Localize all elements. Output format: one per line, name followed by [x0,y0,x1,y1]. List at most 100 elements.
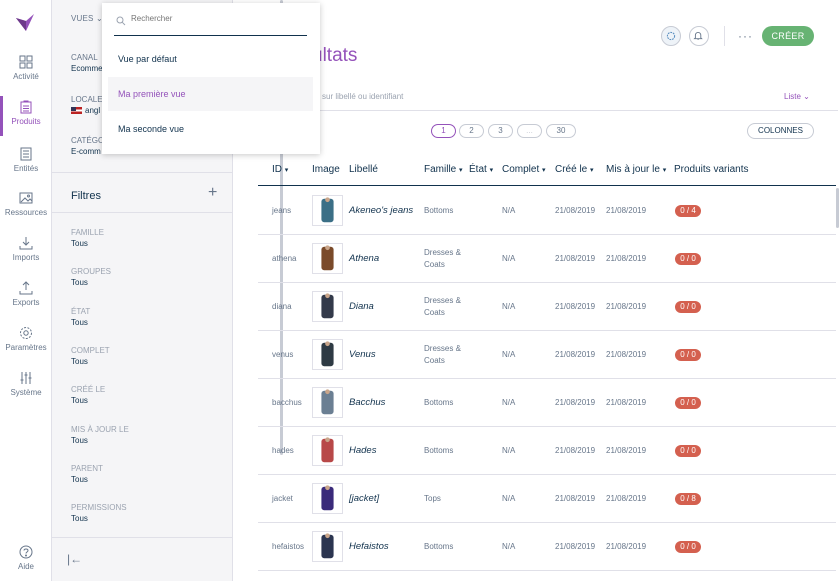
column-header-updated[interactable]: Mis à jour le ▾ [606,164,666,175]
cell-id: jacket [272,494,293,503]
product-image [321,197,334,223]
nav-item-imports[interactable]: Imports [0,234,52,278]
search-hint[interactable]: sur libellé ou identifiant [322,92,403,101]
product-image [321,485,334,511]
view-option-first[interactable]: Ma première vue [108,77,313,111]
variants-badge: 0 / 8 [675,493,701,505]
cell-created: 21/08/2019 [555,542,596,551]
page-button-1[interactable]: 1 [431,124,456,138]
cell-complete: N/A [502,254,516,263]
filter-parent[interactable]: PARENT Tous [71,464,103,484]
page-button-last[interactable]: 30 [546,124,576,138]
cell-label[interactable]: Akeneo's jeans [349,205,413,216]
cell-updated: 21/08/2019 [606,446,647,455]
divider [258,110,838,111]
family-line: Dresses & [424,296,461,305]
divider [52,172,233,173]
family-line: Bottoms [424,398,454,407]
nav-item-settings[interactable]: Paramètres [0,324,52,368]
column-header-created[interactable]: Créé le ▾ [555,164,594,175]
channel-switcher[interactable]: CANAL Ecomme [71,53,103,73]
product-thumbnail[interactable] [312,243,343,274]
cell-label[interactable]: Diana [349,301,374,312]
table-row[interactable]: venus Venus Dresses & Coats N/A 21/08/2019 21/… [258,331,836,379]
cell-label[interactable]: Hefaistos [349,541,389,552]
user-avatar[interactable] [661,26,681,46]
filters-title: Filtres [71,190,101,202]
header-divider [258,185,836,186]
locale-switcher[interactable]: LOCALE angl [71,95,103,115]
cell-family: Bottoms [424,397,453,409]
filter-complete[interactable]: COMPLET Tous [71,346,110,366]
filter-status[interactable]: ÉTAT Tous [71,307,90,327]
variants-badge: 0 / 0 [675,397,701,409]
table-row[interactable]: hades Hades Bottoms N/A 21/08/2019 21/08/2019… [258,427,836,475]
table-scrollbar[interactable] [836,188,839,228]
product-thumbnail[interactable] [312,339,343,370]
page-button-2[interactable]: 2 [459,124,484,138]
cell-id: bacchus [272,398,302,407]
display-mode-label: Liste [784,92,801,101]
product-thumbnail[interactable] [312,195,343,226]
column-header-family[interactable]: Famille ▾ [424,164,463,175]
page-button-3[interactable]: 3 [488,124,513,138]
nav-item-activity[interactable]: Activité [0,53,52,97]
product-thumbnail[interactable] [312,291,343,322]
add-filter-icon[interactable]: + [208,185,217,201]
collapse-panel-icon[interactable]: |← [67,552,82,566]
family-line: Bottoms [424,446,454,455]
cell-id: diana [272,302,292,311]
views-selector[interactable]: VUES ⌄ [71,14,103,23]
columns-button[interactable]: COLONNES [747,123,814,139]
nav-item-exports[interactable]: Exports [0,279,52,323]
cell-label[interactable]: Bacchus [349,397,385,408]
display-mode-selector[interactable]: Liste ⌄ [784,92,810,101]
variants-badge: 0 / 0 [675,349,701,361]
bell-icon [693,32,703,41]
akeneo-logo[interactable] [14,12,36,32]
table-row[interactable]: bacchus Bacchus Bottoms N/A 21/08/2019 21/08/… [258,379,836,427]
filter-family[interactable]: FAMILLE Tous [71,228,104,248]
product-thumbnail[interactable] [312,531,343,562]
filter-created[interactable]: CRÉÉ LE Tous [71,385,105,405]
view-option-second[interactable]: Ma seconde vue [108,112,313,146]
cell-id: hefaistos [272,542,305,551]
nav-item-help[interactable]: Aide [0,543,52,581]
filter-permissions[interactable]: PERMISSIONS Tous [71,503,127,523]
locale-value: angl [85,106,101,115]
chevron-down-icon: ⌄ [803,92,810,101]
column-header-id[interactable]: ID ▾ [272,164,288,175]
view-option-default[interactable]: Vue par défaut [108,42,313,76]
cell-label[interactable]: Venus [349,349,376,360]
nav-item-assets[interactable]: Ressources [0,189,52,233]
column-header-complete[interactable]: Complet ▾ [502,164,546,175]
create-button[interactable]: CRÉER [762,26,814,46]
column-header-label[interactable]: Libellé [349,164,378,175]
nav-item-entities[interactable]: Entités [0,145,52,189]
filter-label: CRÉÉ LE [71,385,106,394]
table-row[interactable]: athena Athena Dresses & Coats N/A 21/08/2019 2… [258,235,836,283]
filter-value: Tous [71,278,88,287]
product-image [321,341,334,367]
views-search-input[interactable] [131,14,301,23]
nav-item-system[interactable]: Système [0,369,52,413]
nav-item-products[interactable]: Produits [0,96,52,142]
filter-groups[interactable]: GROUPES Tous [71,267,111,287]
filter-value: Tous [71,357,88,366]
filter-updated[interactable]: MIS À JOUR LE Tous [71,425,129,445]
cell-label[interactable]: [jacket] [349,493,379,504]
product-thumbnail[interactable] [312,483,343,514]
table-row[interactable]: jeans Akeneo's jeans Bottoms N/A 21/08/2019 2… [258,187,836,235]
column-header-status[interactable]: État ▾ [469,164,493,175]
nav-label: Produits [11,117,41,126]
table-row[interactable]: jacket [jacket] Tops N/A 21/08/2019 21/08/201… [258,475,836,523]
table-row[interactable]: hefaistos Hefaistos Bottoms N/A 21/08/2019 21… [258,523,836,571]
product-thumbnail[interactable] [312,387,343,418]
product-thumbnail[interactable] [312,435,343,466]
cell-label[interactable]: Athena [349,253,379,264]
table-row[interactable]: diana Diana Dresses & Coats N/A 21/08/2019 21/… [258,283,836,331]
category-switcher[interactable]: CATÉGO E-comm [71,136,104,156]
notifications-button[interactable] [689,26,709,46]
more-actions-icon[interactable]: ··· [738,29,753,43]
cell-label[interactable]: Hades [349,445,376,456]
